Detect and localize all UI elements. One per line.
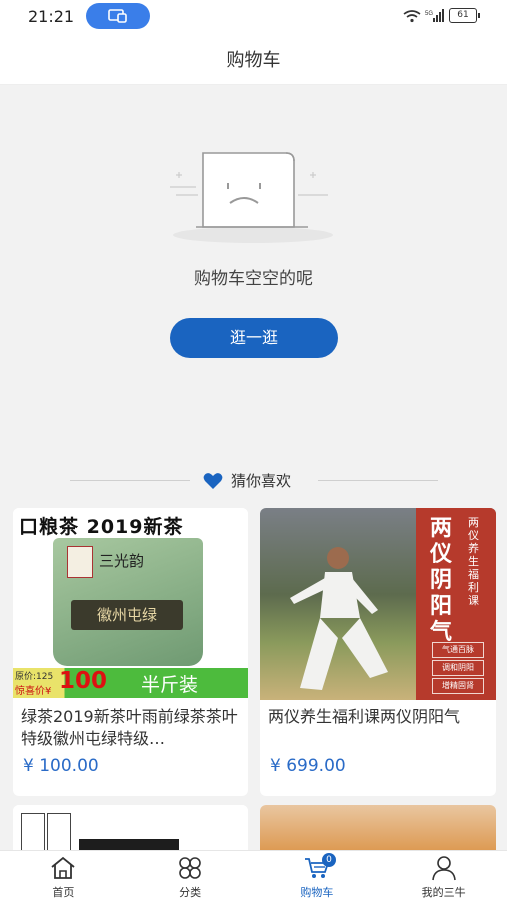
signal-icon: 5G <box>425 8 444 22</box>
divider-left <box>70 480 190 481</box>
promo-now-label: 惊喜价¥ <box>15 686 52 697</box>
promo-strip: 原价:125 惊喜价¥ 100 半斤装 <box>13 668 248 698</box>
product-image: 口粮茶 2019新茶 三光韵 徽州屯绿 原价:125 惊喜价¥ 100 半斤装 <box>13 508 248 700</box>
tea-package: 三光韵 徽州屯绿 <box>53 538 203 666</box>
promo-orig-price: 原价:125 <box>15 672 54 682</box>
promo-tag: 半斤装 <box>141 674 199 696</box>
status-time: 21:21 <box>28 7 75 26</box>
package-label: 徽州屯绿 <box>71 600 183 630</box>
tab-label: 购物车 <box>300 886 334 899</box>
seal-icon <box>67 546 93 578</box>
tab-profile[interactable]: 我的三牛 <box>380 851 507 901</box>
status-icons: 5G 61 <box>403 8 480 23</box>
panel-tag: 调和阴阳 <box>432 660 484 676</box>
home-icon <box>51 856 75 879</box>
tab-label: 我的三牛 <box>421 886 466 899</box>
battery-icon: 61 <box>449 8 480 23</box>
course-panel: 两仪阴阳气 两仪养生福利课 气通百脉 调和阴阳 增精固肾 <box>416 508 496 700</box>
recommend-heading-row: 猜你喜欢 <box>0 468 507 492</box>
empty-cart-illustration <box>170 152 333 243</box>
product-price: ¥ 699.00 <box>270 756 346 776</box>
heart-icon <box>203 472 223 489</box>
product-card[interactable]: 两仪阴阳气 两仪养生福利课 气通百脉 调和阴阳 增精固肾 两仪养生福利课两仪阴阳… <box>260 508 496 796</box>
tab-label: 首页 <box>52 886 75 899</box>
recommend-heading-label: 猜你喜欢 <box>231 472 292 490</box>
status-bar: 21:21 5G 61 <box>0 0 507 34</box>
brand-text: 三光韵 <box>99 554 145 570</box>
divider-right <box>318 480 438 481</box>
wifi-icon <box>403 9 421 22</box>
browse-button[interactable]: 逛一逛 <box>170 318 338 358</box>
panel-tag: 增精固肾 <box>432 678 484 694</box>
page-header: 购物车 <box>0 34 507 85</box>
screen-cast-pill[interactable] <box>86 3 150 29</box>
product-title: 两仪养生福利课两仪阴阳气 <box>268 707 461 726</box>
tab-home[interactable]: 首页 <box>0 851 127 901</box>
tab-category[interactable]: 分类 <box>127 851 254 901</box>
product-banner-text: 口粮茶 2019新茶 <box>19 516 184 538</box>
empty-cart-message: 购物车空空的呢 <box>194 269 313 289</box>
svg-text:5G: 5G <box>425 11 433 17</box>
panel-tag: 气通百脉 <box>432 642 484 658</box>
page-title: 购物车 <box>226 50 281 71</box>
tab-cart[interactable]: 购物车 <box>254 851 381 901</box>
category-icon <box>179 857 201 879</box>
user-icon <box>431 856 456 881</box>
tai-chi-figure <box>290 547 388 690</box>
cart-badge: 0 <box>322 853 336 867</box>
promo-price: 100 <box>59 668 108 694</box>
panel-title: 两仪阴阳气 <box>430 516 453 645</box>
screen-share-icon <box>108 9 127 23</box>
product-image: 两仪阴阳气 两仪养生福利课 气通百脉 调和阴阳 增精固肾 <box>260 508 496 700</box>
recommend-heading: 猜你喜欢 <box>203 470 291 491</box>
panel-subtitle: 两仪养生福利课 <box>468 516 479 607</box>
product-card[interactable]: 口粮茶 2019新茶 三光韵 徽州屯绿 原价:125 惊喜价¥ 100 半斤装 … <box>13 508 248 796</box>
tab-label: 分类 <box>179 886 202 899</box>
product-title: 绿茶2019新茶叶雨前绿茶茶叶特级徽州屯绿特级… <box>21 707 238 748</box>
product-price: ¥ 100.00 <box>23 756 99 776</box>
bottom-tab-bar: 首页 分类 购物车 我的三牛 <box>0 850 507 901</box>
